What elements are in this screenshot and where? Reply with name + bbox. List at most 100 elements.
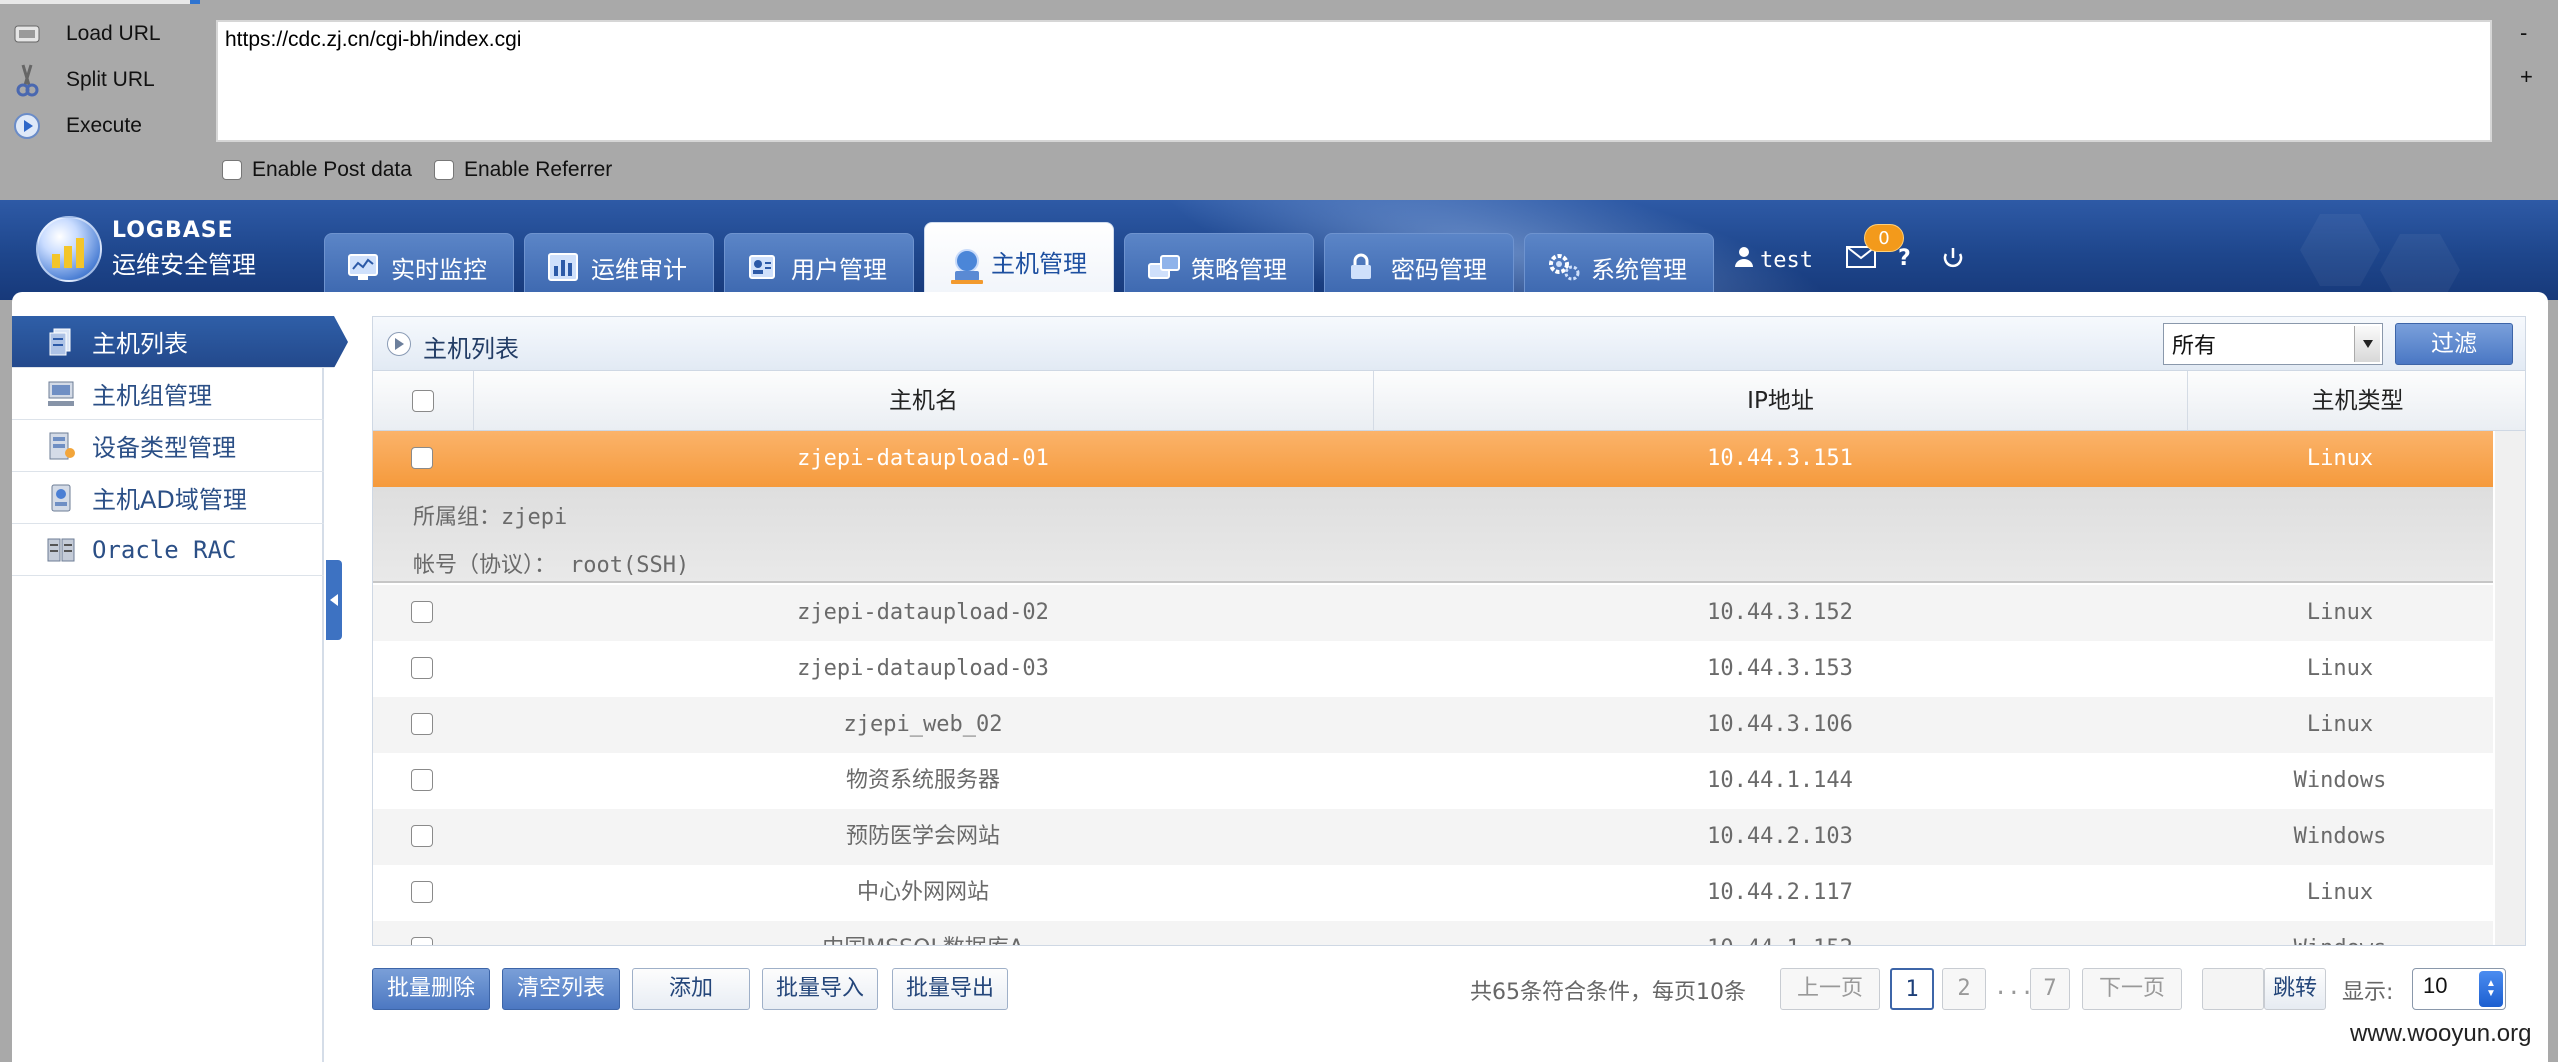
row-checkbox[interactable] (411, 769, 433, 791)
tab-user-management[interactable]: 用户管理 (724, 233, 914, 300)
add-button[interactable]: 添加 (632, 968, 750, 1010)
batch-import-button[interactable]: 批量导入 (762, 968, 878, 1010)
header-hexagon-decoration (2380, 234, 2460, 300)
help-button[interactable]: ? (1898, 246, 1911, 271)
tab-label: 用户管理 (791, 255, 887, 284)
logo-chinese: 运维安全管理 (112, 251, 256, 279)
tab-ops-audit[interactable]: 运维审计 (524, 233, 714, 300)
host-name-cell: 物资系统服务器 (845, 768, 1000, 793)
host-name-cell: zjepi_web_02 (843, 712, 1003, 737)
hackbar-top-tab[interactable] (0, 0, 200, 4)
enable-referrer-box[interactable] (434, 160, 454, 180)
tab-label: 系统管理 (1591, 255, 1687, 284)
row-checkbox[interactable] (411, 881, 433, 903)
filter-button[interactable]: 过滤 (2395, 323, 2513, 365)
table-scrollbar[interactable] (2495, 431, 2525, 945)
table-row[interactable]: 中心外网网站 10.44.2.117 Linux (373, 865, 2493, 921)
sidebar-item-ad-domain[interactable]: 主机AD域管理 (12, 472, 324, 524)
updown-arrows-icon[interactable]: ▲ ▼ (2479, 971, 2503, 1007)
row-detail: 所属组：zjepi 帐号（协议）： root(SSH) (373, 487, 2493, 583)
dropdown-arrow-icon[interactable] (2354, 326, 2380, 362)
sidebar-item-label: 主机AD域管理 (92, 486, 247, 514)
panel-title: 主机列表 (423, 335, 519, 363)
select-all-cell (373, 371, 473, 431)
user-icon (1734, 246, 1754, 274)
enable-post-checkbox[interactable]: Enable Post data (222, 158, 412, 182)
logout-button[interactable] (1942, 246, 1964, 274)
row-checkbox[interactable] (411, 713, 433, 735)
sidebar-item-host-group[interactable]: 主机组管理 (12, 368, 324, 420)
execute-button[interactable]: Execute (10, 108, 142, 144)
user-menu[interactable]: test (1734, 246, 1813, 274)
ip-cell: 10.44.2.117 (1707, 880, 1853, 905)
split-url-button[interactable]: Split URL (10, 62, 155, 98)
table-row[interactable]: 物资系统服务器 10.44.1.144 Windows (373, 753, 2493, 809)
power-icon (1942, 246, 1964, 274)
host-computer-icon (947, 247, 983, 284)
filter-dropdown[interactable]: 所有 (2163, 323, 2383, 365)
sidebar-collapse-handle[interactable] (326, 560, 342, 640)
ip-cell: 10.44.3.106 (1707, 712, 1853, 737)
select-all-checkbox[interactable] (412, 390, 434, 412)
table-row[interactable]: 中国MSSQL数据库A 10.44.1.152 Windows (373, 921, 2493, 945)
clear-list-button[interactable]: 清空列表 (502, 968, 620, 1010)
table-row[interactable]: 预防医学会网站 10.44.2.103 Windows (373, 809, 2493, 865)
table-header: 主机名 IP地址 主机类型 (373, 371, 2525, 431)
load-url-button[interactable]: Load URL (10, 16, 161, 52)
group-label: 所属组： (413, 505, 502, 530)
sidebar-item-oracle-rac[interactable]: Oracle RAC (12, 524, 324, 576)
increase-button[interactable]: + (2520, 64, 2533, 90)
decrease-button[interactable]: - (2520, 20, 2527, 46)
load-url-label: Load URL (66, 22, 161, 45)
monitor-icon (347, 252, 379, 282)
host-group-icon (46, 379, 76, 409)
page-button-current[interactable]: 1 (1890, 968, 1934, 1010)
table-row[interactable]: zjepi-dataupload-03 10.44.3.153 Linux (373, 641, 2493, 697)
row-checkbox[interactable] (411, 937, 433, 945)
user-card-icon (747, 252, 779, 282)
ip-cell: 10.44.2.103 (1707, 824, 1853, 849)
row-checkbox[interactable] (411, 601, 433, 623)
policy-icon (1147, 252, 1180, 282)
column-header-host-type[interactable]: 主机类型 (2187, 371, 2525, 431)
host-type-cell: Linux (2306, 712, 2374, 737)
device-type-icon (46, 431, 76, 461)
batch-export-button[interactable]: 批量导出 (892, 968, 1008, 1010)
tab-system-management[interactable]: 系统管理 (1524, 233, 1714, 300)
host-type-cell: Linux (2306, 600, 2374, 625)
tab-policy-management[interactable]: 策略管理 (1124, 233, 1314, 300)
host-name-cell: zjepi-dataupload-01 (797, 446, 1049, 471)
next-page-button[interactable]: 下一页 (2082, 968, 2182, 1010)
table-row[interactable]: zjepi-dataupload-01 10.44.3.151 Linux (373, 431, 2493, 487)
batch-delete-button[interactable]: 批量删除 (372, 968, 490, 1010)
sidebar-item-device-type[interactable]: 设备类型管理 (12, 420, 324, 472)
tab-label: 密码管理 (1391, 255, 1487, 284)
url-textarea[interactable]: https://cdc.zj.cn/cgi-bh/index.cgi (216, 20, 2492, 142)
jump-button[interactable]: 跳转 (2264, 968, 2326, 1010)
page-button[interactable]: 7 (2030, 968, 2070, 1010)
host-name-cell: 预防医学会网站 (845, 824, 1000, 849)
jump-page-input[interactable] (2202, 968, 2264, 1010)
prev-page-button[interactable]: 上一页 (1780, 968, 1880, 1010)
host-name-cell: 中国MSSQL数据库A (473, 921, 1373, 945)
column-header-ip[interactable]: IP地址 (1373, 371, 2187, 431)
pager-summary: 共65条符合条件，每页10条 (1470, 980, 1746, 1005)
table-row[interactable]: zjepi_web_02 10.44.3.106 Linux (373, 697, 2493, 753)
tab-host-management[interactable]: 主机管理 (924, 222, 1114, 300)
page-button[interactable]: 2 (1942, 968, 1986, 1010)
ip-cell: 10.44.1.152 (1373, 921, 2187, 945)
table-row[interactable]: zjepi-dataupload-02 10.44.3.152 Linux (373, 585, 2493, 641)
sidebar-item-label: 主机列表 (92, 330, 188, 358)
tab-realtime-monitor[interactable]: 实时监控 (324, 233, 514, 300)
host-type-cell: Windows (2293, 824, 2387, 849)
sidebar-item-host-list[interactable]: 主机列表 (12, 316, 348, 368)
page-size-select[interactable]: 10 ▲ ▼ (2412, 968, 2506, 1010)
row-checkbox[interactable] (411, 657, 433, 679)
enable-referrer-checkbox[interactable]: Enable Referrer (434, 158, 612, 182)
tab-password-management[interactable]: 密码管理 (1324, 233, 1514, 300)
column-header-hostname[interactable]: 主机名 (473, 371, 1373, 431)
enable-post-box[interactable] (222, 160, 242, 180)
row-checkbox[interactable] (411, 825, 433, 847)
sidebar-item-label: 主机组管理 (92, 382, 212, 410)
row-checkbox[interactable] (411, 447, 433, 469)
